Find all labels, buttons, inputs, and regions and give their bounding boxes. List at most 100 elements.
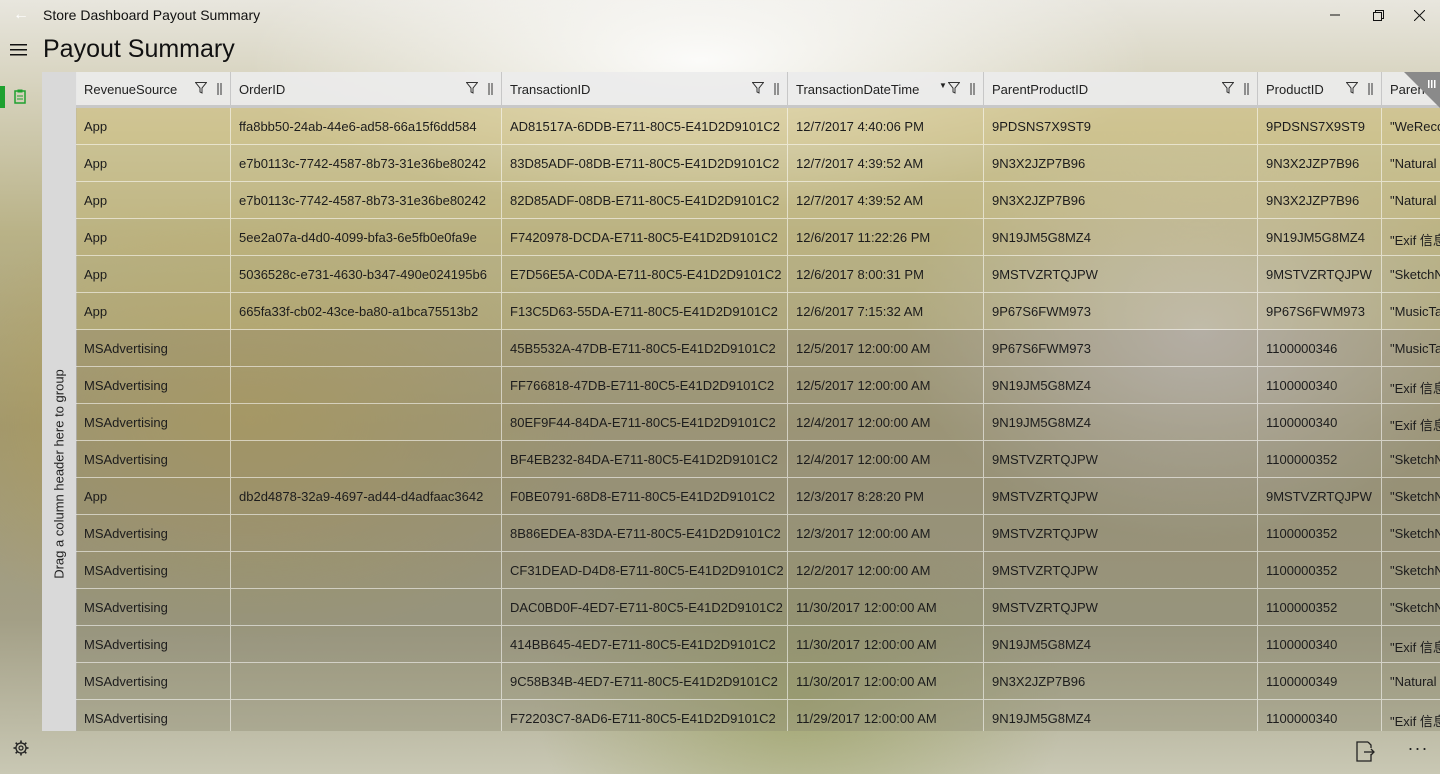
table-row[interactable]: App 5036528c-e731-4630-b347-490e024195b6 E…	[76, 256, 1440, 293]
table-cell: 9PDSNS7X9ST9	[984, 108, 1258, 144]
table-cell: 9N19JM5G8MZ4	[984, 404, 1258, 440]
column-resize-grip-icon[interactable]	[217, 83, 223, 95]
table-cell: MSAdvertising	[76, 589, 231, 625]
table-cell: 9N19JM5G8MZ4	[984, 219, 1258, 255]
table-row[interactable]: App 5ee2a07a-d4d0-4099-bfa3-6e5fb0e0fa9e F…	[76, 219, 1440, 256]
bottom-command-bar	[0, 731, 1440, 774]
table-cell: "Exif 信息	[1382, 626, 1440, 662]
table-cell: App	[76, 108, 231, 144]
table-row[interactable]: MSAdvertising 80EF9F44-84DA-E711-80C5-E41…	[76, 404, 1440, 441]
table-row[interactable]: App db2d4878-32a9-4697-ad44-d4adfaac3642 F…	[76, 478, 1440, 515]
table-cell	[231, 700, 502, 731]
export-button[interactable]	[1356, 741, 1378, 763]
selection-indicator	[0, 86, 5, 108]
table-row[interactable]: App 665fa33f-cb02-43ce-ba80-a1bca75513b2 F…	[76, 293, 1440, 330]
table-cell: F7420978-DCDA-E711-80C5-E41D2D9101C2	[502, 219, 788, 255]
table-cell: "Natural	[1382, 182, 1440, 218]
table-cell: 9C58B34B-4ED7-E711-80C5-E41D2D9101C2	[502, 663, 788, 699]
table-cell: 82D85ADF-08DB-E711-80C5-E41D2D9101C2	[502, 182, 788, 218]
column-header[interactable]: ParentProductID	[984, 72, 1258, 105]
column-header[interactable]: RevenueSource	[76, 72, 231, 105]
filter-icon[interactable]	[1346, 82, 1358, 94]
table-row[interactable]: MSAdvertising F72203C7-8AD6-E711-80C5-E41…	[76, 700, 1440, 731]
table-cell: 12/2/2017 12:00:00 AM	[788, 552, 984, 588]
table-cell: 1100000340	[1258, 404, 1382, 440]
table-row[interactable]: MSAdvertising 45B5532A-47DB-E711-80C5-E41…	[76, 330, 1440, 367]
column-resize-grip-icon[interactable]	[1368, 83, 1374, 95]
table-cell: "SketchN	[1382, 256, 1440, 292]
more-options-button[interactable]: ···	[1404, 738, 1432, 763]
restore-button[interactable]	[1355, 0, 1401, 30]
table-row[interactable]: MSAdvertising 8B86EDEA-83DA-E711-80C5-E41…	[76, 515, 1440, 552]
table-cell: E7D56E5A-C0DA-E711-80C5-E41D2D9101C2	[502, 256, 788, 292]
sort-descending-icon[interactable]: ▼	[939, 81, 947, 90]
table-cell: App	[76, 256, 231, 292]
table-row[interactable]: MSAdvertising 414BB645-4ED7-E711-80C5-E41…	[76, 626, 1440, 663]
column-header[interactable]: TransactionID	[502, 72, 788, 105]
filter-icon[interactable]	[752, 82, 764, 94]
table-cell: 12/4/2017 12:00:00 AM	[788, 404, 984, 440]
table-cell: 12/6/2017 8:00:31 PM	[788, 256, 984, 292]
column-header-label: ParentProductID	[992, 82, 1089, 97]
menu-button[interactable]	[10, 40, 32, 60]
table-cell: 12/4/2017 12:00:00 AM	[788, 441, 984, 477]
column-resize-grip-icon[interactable]	[970, 83, 976, 95]
table-row[interactable]: App e7b0113c-7742-4587-8b73-31e36be80242 8…	[76, 182, 1440, 219]
table-cell: MSAdvertising	[76, 700, 231, 731]
table-cell: MSAdvertising	[76, 552, 231, 588]
table-cell: 665fa33f-cb02-43ce-ba80-a1bca75513b2	[231, 293, 502, 329]
table-cell: CF31DEAD-D4D8-E711-80C5-E41D2D9101C2	[502, 552, 788, 588]
table-cell: "Exif 信息	[1382, 404, 1440, 440]
nav-item-payout-summary[interactable]	[0, 86, 34, 108]
table-row[interactable]: MSAdvertising 9C58B34B-4ED7-E711-80C5-E41…	[76, 663, 1440, 700]
table-cell: 12/7/2017 4:40:06 PM	[788, 108, 984, 144]
column-header[interactable]: OrderID	[231, 72, 502, 105]
table-cell: 5036528c-e731-4630-b347-490e024195b6	[231, 256, 502, 292]
table-cell: App	[76, 478, 231, 514]
column-header[interactable]: ProductID	[1258, 72, 1382, 105]
filter-icon[interactable]	[1222, 82, 1234, 94]
table-row[interactable]: MSAdvertising CF31DEAD-D4D8-E711-80C5-E41…	[76, 552, 1440, 589]
clipboard-icon	[14, 89, 26, 104]
table-cell	[231, 515, 502, 551]
filter-icon[interactable]	[195, 82, 207, 94]
table-cell	[231, 626, 502, 662]
page-title: Payout Summary	[43, 35, 235, 63]
table-cell: "Natural	[1382, 663, 1440, 699]
back-button[interactable]: ←	[8, 4, 34, 26]
more-ellipsis-icon: ···	[1407, 738, 1429, 758]
column-resize-grip-icon[interactable]	[488, 83, 494, 95]
table-row[interactable]: App e7b0113c-7742-4587-8b73-31e36be80242 8…	[76, 145, 1440, 182]
table-cell: 1100000340	[1258, 367, 1382, 403]
table-cell: 12/6/2017 11:22:26 PM	[788, 219, 984, 255]
table-cell: 9MSTVZRTQJPW	[984, 256, 1258, 292]
table-cell: 9P67S6FWM973	[984, 330, 1258, 366]
table-row[interactable]: MSAdvertising FF766818-47DB-E711-80C5-E41…	[76, 367, 1440, 404]
minimize-button[interactable]	[1312, 0, 1358, 30]
filter-icon[interactable]	[948, 82, 960, 94]
table-cell: DAC0BD0F-4ED7-E711-80C5-E41D2D9101C2	[502, 589, 788, 625]
table-row[interactable]: MSAdvertising DAC0BD0F-4ED7-E711-80C5-E41…	[76, 589, 1440, 626]
table-row[interactable]: MSAdvertising BF4EB232-84DA-E711-80C5-E41…	[76, 441, 1440, 478]
table-cell: 12/7/2017 4:39:52 AM	[788, 182, 984, 218]
table-cell: App	[76, 219, 231, 255]
column-header[interactable]: TransactionDateTime ▼	[788, 72, 984, 105]
column-resize-grip-icon[interactable]	[1244, 83, 1250, 95]
table-cell: 12/5/2017 12:00:00 AM	[788, 367, 984, 403]
column-chooser-button[interactable]	[1404, 72, 1440, 108]
table-cell: "Exif 信息	[1382, 367, 1440, 403]
table-cell: db2d4878-32a9-4697-ad44-d4adfaac3642	[231, 478, 502, 514]
filter-icon[interactable]	[466, 82, 478, 94]
table-cell: App	[76, 182, 231, 218]
table-cell: 9MSTVZRTQJPW	[1258, 478, 1382, 514]
table-cell: 11/29/2017 12:00:00 AM	[788, 700, 984, 731]
table-cell: BF4EB232-84DA-E711-80C5-E41D2D9101C2	[502, 441, 788, 477]
group-by-panel[interactable]: Drag a column header here to group	[42, 72, 77, 731]
table-row[interactable]: App ffa8bb50-24ab-44e6-ad58-66a15f6dd584 A…	[76, 108, 1440, 145]
close-button[interactable]	[1396, 0, 1440, 30]
table-cell: AD81517A-6DDB-E711-80C5-E41D2D9101C2	[502, 108, 788, 144]
table-cell: "Natural	[1382, 145, 1440, 181]
grid-header-row: RevenueSource OrderID TransactionID Transac…	[76, 72, 1440, 108]
column-resize-grip-icon[interactable]	[774, 83, 780, 95]
column-header-label: RevenueSource	[84, 82, 178, 97]
